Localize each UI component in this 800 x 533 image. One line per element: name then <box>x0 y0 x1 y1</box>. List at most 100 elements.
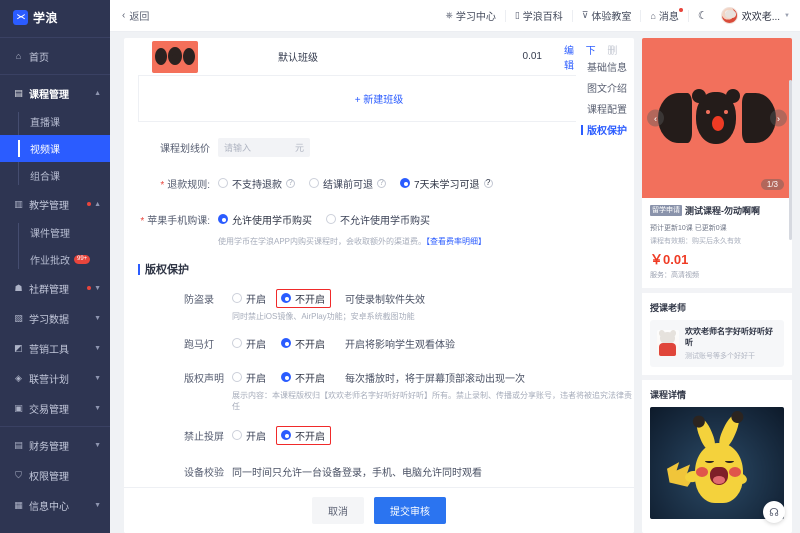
sidebar-item-home[interactable]: ⌂ 首页 <box>0 41 110 71</box>
sidebar-item-label: 教学管理 <box>29 200 69 212</box>
radio-indicator <box>281 430 291 440</box>
community-icon: ☗ <box>14 282 23 293</box>
form-footer: 取消 提交审核 <box>124 487 634 533</box>
sidebar-item-finance-management[interactable]: ▤ 财务管理 ▼ <box>0 430 110 460</box>
block-cast-option-on[interactable]: 开启 <box>232 428 266 443</box>
sidebar-item-community-management[interactable]: ☗ 社群管理 ▼ <box>0 273 110 303</box>
chevron-left-icon[interactable]: ‹ <box>647 109 664 127</box>
rail-item-label: 课程配置 <box>587 105 627 116</box>
sidebar-item-label: 交易管理 <box>29 404 69 416</box>
device-check-label: 设备校验 <box>184 467 224 479</box>
cancel-button[interactable]: 取消 <box>312 497 364 524</box>
anti-record-option-on[interactable]: 开启 <box>232 291 266 306</box>
preview-meta: 预计更新10课 已更新0课 课程有效期：购买后永久有效 ￥0.01 服务：高清视… <box>642 217 792 280</box>
avatar <box>720 7 738 24</box>
marketing-icon: ◩ <box>14 342 23 353</box>
rail-item-copyright-protection[interactable]: 版权保护 <box>576 119 634 140</box>
radio-label: 不支持退款 <box>232 179 282 191</box>
strike-price-input[interactable]: 请输入 元 <box>218 137 310 157</box>
info-icon: ▦ <box>14 499 23 510</box>
radio-indicator <box>218 178 228 188</box>
section-tab-rail: 基础信息 图文介绍 课程配置 版权保护 <box>576 56 634 140</box>
edit-link[interactable]: 编辑 <box>564 42 577 72</box>
header-link-study-center[interactable]: ⎈ 学习中心 <box>437 9 506 23</box>
sidebar-item-course-management[interactable]: ▤ 课程管理 ▲ <box>0 78 110 108</box>
sidebar-item-joint-plan[interactable]: ◈ 联营计划 ▼ <box>0 363 110 393</box>
back-button[interactable]: ‹ 返回 <box>122 8 149 23</box>
course-category-tag: 留学申请 <box>650 205 682 217</box>
question-icon[interactable]: ? <box>377 178 386 188</box>
refund-option-no-refund[interactable]: 不支持退款 ? <box>218 176 295 191</box>
rail-item-basic-info[interactable]: 基础信息 <box>576 56 634 77</box>
apple-option-disallow[interactable]: 不允许使用学币购买 <box>326 212 430 227</box>
sidebar-item-permission-management[interactable]: ⛉ 权限管理 <box>0 460 110 490</box>
sidebar-item-homework-grading[interactable]: 作业批改 99+ <box>0 246 110 273</box>
chevron-right-icon[interactable]: › <box>770 109 787 127</box>
moon-icon[interactable]: ☾ <box>689 9 717 22</box>
preview-teacher-section-title: 授课老师 <box>650 303 687 314</box>
rail-item-rich-intro[interactable]: 图文介绍 <box>576 77 634 98</box>
copyright-statement-option-on[interactable]: 开启 <box>232 370 266 385</box>
apple-option-allow[interactable]: 允许使用学币购买 <box>218 212 312 227</box>
apple-purchase-hint-text: 使用学币在学浪APP内购买课程时，会收取额外的渠道费。 <box>218 237 427 246</box>
sidebar-item-label: 课件管理 <box>30 229 70 240</box>
refund-option-before-end[interactable]: 结课前可退 ? <box>309 176 386 191</box>
notification-dot <box>87 286 92 290</box>
course-cover-thumb <box>152 40 198 73</box>
brand: 学浪 <box>0 0 110 34</box>
header-link-wiki[interactable]: ▯ 学浪百科 <box>506 9 573 23</box>
radio-indicator <box>232 338 242 348</box>
class-price-cell: 0.01 <box>522 51 542 62</box>
radio-label: 开启 <box>246 373 266 385</box>
rail-item-course-config[interactable]: 课程配置 <box>576 98 634 119</box>
chevron-left-icon: ‹ <box>122 10 126 21</box>
sidebar-item-combo-course[interactable]: 组合课 <box>0 162 110 189</box>
sidebar-item-label: 联营计划 <box>29 374 69 386</box>
anti-record-option-off[interactable]: 不开启 <box>281 291 325 306</box>
sidebar-item-live-course[interactable]: 直播课 <box>0 108 110 135</box>
back-label: 返回 <box>129 12 150 23</box>
anti-record-note: 可使录制软件失效 <box>345 294 425 306</box>
sidebar-item-marketing-tools[interactable]: ◩ 营销工具 ▼ <box>0 333 110 363</box>
fee-detail-link[interactable]: 【查看费率明细】 <box>426 237 486 246</box>
headset-icon[interactable]: ☊ <box>763 501 785 523</box>
marquee-option-on[interactable]: 开启 <box>232 336 266 351</box>
teacher-card[interactable]: 欢欢老师名字好听好听好听 测试账号等多个好好干 <box>650 320 784 367</box>
submit-review-button[interactable]: 提交审核 <box>374 497 446 524</box>
active-indicator <box>581 83 583 93</box>
sidebar-item-courseware[interactable]: 课件管理 <box>0 219 110 246</box>
marquee-option-off[interactable]: 不开启 <box>281 336 325 351</box>
radio-indicator <box>281 372 291 382</box>
radio-label: 7天未学习可退 <box>414 179 480 191</box>
preview-update-info: 预计更新10课 已更新0课 <box>650 225 727 233</box>
user-menu[interactable]: 欢欢老... ▼ <box>717 7 790 24</box>
class-table: 默认班级 0.01 编辑 下架 删除 <box>138 38 620 76</box>
copyright-statement-option-wrap: 不开启 <box>276 368 331 387</box>
monitor-icon: ⊽ <box>581 10 589 20</box>
sidebar-item-teaching-management[interactable]: ▥ 教学管理 ▲ <box>0 189 110 219</box>
question-icon[interactable]: ? <box>286 178 295 188</box>
rail-item-label: 版权保护 <box>587 126 627 137</box>
sidebar-item-trade-management[interactable]: ▣ 交易管理 ▼ <box>0 393 110 423</box>
block-cast-option-off[interactable]: 不开启 <box>281 428 325 443</box>
content-wrapper: ‹ 返回 ⎈ 学习中心 ▯ 学浪百科 ⊽ 体验教室 ⌂ 消息 ☾ 欢欢老... … <box>110 0 800 533</box>
header-link-label: 消息 <box>658 12 679 23</box>
refund-option-7day[interactable]: 7天未学习可退 ? <box>400 176 493 191</box>
device-check-row: 设备校验 同一时间只允许一台设备登录，手机、电脑允许同时观看 <box>124 460 634 482</box>
add-class-button[interactable]: + 新建班级 <box>138 76 620 122</box>
body-split: 基础信息 图文介绍 课程配置 版权保护 默认班级 0.01 编辑 下 删 + 新… <box>110 32 800 533</box>
graduation-icon: ⎈ <box>445 10 453 20</box>
question-icon[interactable]: ? <box>483 178 493 188</box>
header-link-label: 体验教室 <box>591 12 632 23</box>
pikachu-art <box>667 411 765 509</box>
preview-hero: ‹ › 1/3 <box>642 38 792 198</box>
sidebar-item-study-data[interactable]: ▧ 学习数据 ▼ <box>0 303 110 333</box>
sidebar-item-info-center[interactable]: ▦ 信息中心 ▼ <box>0 490 110 520</box>
header-link-messages[interactable]: ⌂ 消息 <box>641 7 689 23</box>
sidebar-item-label: 首页 <box>29 52 49 64</box>
preview-scrollbar[interactable] <box>789 80 792 240</box>
copyright-statement-option-off[interactable]: 不开启 <box>281 370 325 385</box>
mobile-preview-panel: ‹ › 1/3 留学申请 测试课程-勿动啊啊 预计更新10课 已更新0课 课程有… <box>642 38 792 533</box>
header-link-demo-classroom[interactable]: ⊽ 体验教室 <box>573 9 642 23</box>
sidebar-item-video-course[interactable]: 视频课 <box>0 135 110 162</box>
